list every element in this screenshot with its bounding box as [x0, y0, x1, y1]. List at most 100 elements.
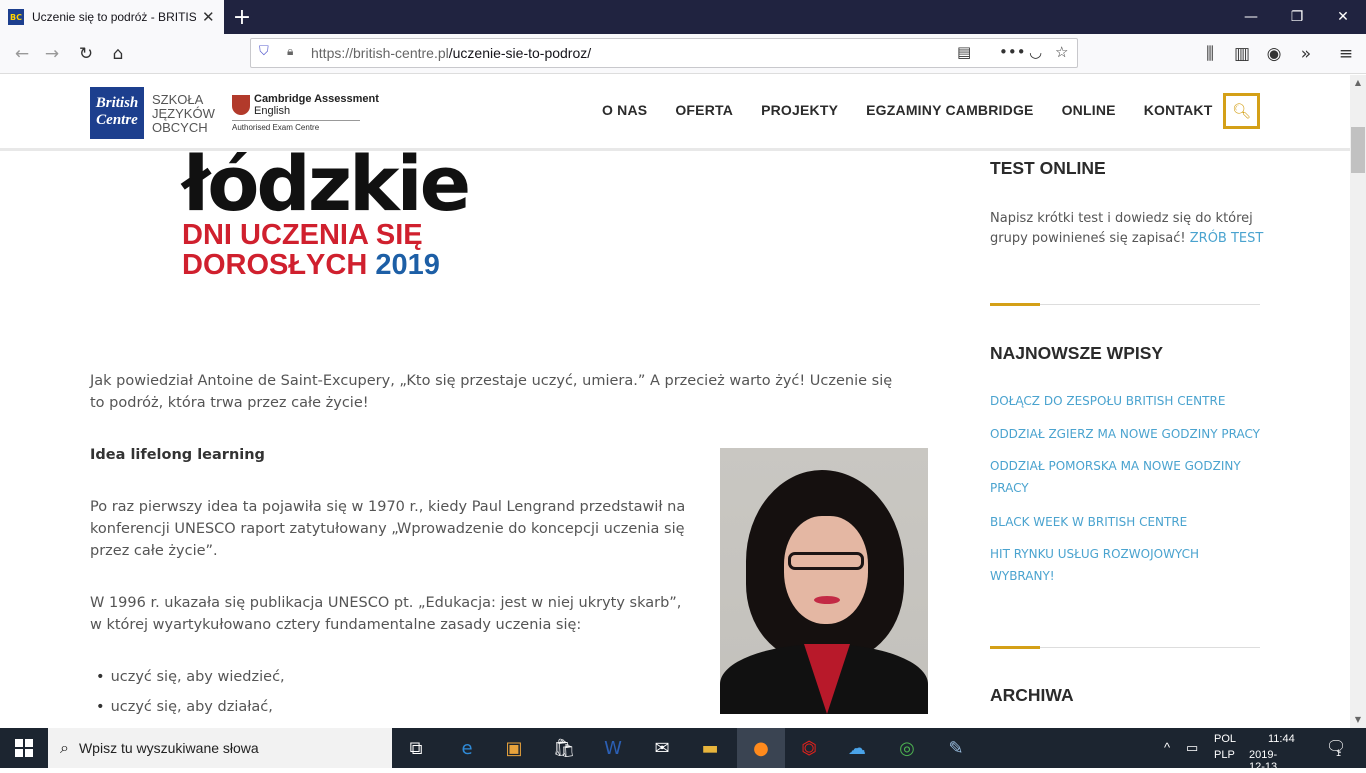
paint-icon[interactable]: ✎ — [932, 728, 980, 768]
latest-post-link[interactable]: ODDZIAŁ POMORSKA MA NOWE GODZINY PRACY — [990, 455, 1260, 499]
favicon-icon: BC — [8, 9, 24, 25]
back-button[interactable]: ← — [8, 40, 36, 68]
account-icon[interactable]: ◉ — [1260, 40, 1288, 68]
article-paragraph: W 1996 r. ukazała się publikacja UNESCO … — [90, 595, 682, 633]
nav-oferta[interactable]: OFERTA — [675, 102, 733, 118]
close-window-button[interactable]: ✕ — [1320, 0, 1366, 34]
mail-icon[interactable]: ✉ — [638, 728, 686, 768]
page-content: łódzkie DNI UCZENIA SIĘ DOROSŁYCH 2019 J… — [0, 152, 1350, 728]
edge-icon[interactable]: e — [443, 728, 491, 768]
scroll-down-icon[interactable]: ▼ — [1350, 712, 1366, 728]
sidebar-divider — [990, 646, 1260, 649]
chrome-icon[interactable]: ◎ — [883, 728, 931, 768]
url-text[interactable]: https://british-centre.pl/uczenie-sie-to… — [311, 45, 591, 61]
home-icon[interactable]: ⌂ — [104, 40, 132, 68]
latest-post-link[interactable]: HIT RYNKU USŁUG ROZWOJOWYCH WYBRANY! — [990, 543, 1260, 587]
url-path: /uczenie-sie-to-podroz/ — [448, 45, 592, 61]
sidebar-latest-title: NAJNOWSZE WPISY — [990, 343, 1164, 363]
site-search-button[interactable]: 🔍︎ — [1223, 93, 1260, 129]
sidebar-divider — [990, 303, 1260, 306]
list-item: uczyć się, aby działać, — [96, 692, 285, 722]
nav-projekty[interactable]: PROJEKTY — [761, 102, 838, 118]
bookmark-star-icon[interactable]: ☆ — [1055, 43, 1068, 61]
word-icon[interactable]: W — [589, 728, 637, 768]
scroll-up-icon[interactable]: ▲ — [1350, 75, 1366, 91]
portrait-photo — [720, 448, 928, 714]
reader-view-icon[interactable]: ▤ — [957, 43, 971, 61]
show-hidden-icons-icon[interactable]: ^ — [1164, 740, 1170, 755]
keyboard-layout[interactable]: PLP — [1214, 749, 1235, 761]
network-icon[interactable]: ▭ — [1186, 740, 1198, 756]
cambridge-line2: English — [254, 105, 291, 117]
site-header: British Centre SZKOŁA JĘZYKÓW OBCYCH Cam… — [0, 75, 1350, 151]
taskbar-search-placeholder[interactable]: Wpisz tu wyszukiwane słowa — [79, 740, 259, 756]
sidebar-test-text: Napisz krótki test i dowiedz się do któr… — [990, 209, 1264, 249]
menu-icon[interactable]: ≡ — [1332, 40, 1360, 68]
nav-kontakt[interactable]: KONTAKT — [1144, 102, 1213, 118]
logo-sub-line: JĘZYKÓW — [152, 106, 215, 121]
media-player-icon[interactable]: ▣ — [490, 728, 538, 768]
latest-post-link[interactable]: ODDZIAŁ ZGIERZ MA NOWE GODZINY PRACY — [990, 423, 1260, 445]
file-explorer-icon[interactable]: ▬ — [686, 728, 734, 768]
take-test-link[interactable]: ZRÓB TEST — [1190, 231, 1264, 246]
firefox-icon[interactable]: ● — [737, 728, 785, 768]
reload-button[interactable]: ↻ — [72, 40, 100, 68]
store-icon[interactable]: 🛍︎ — [540, 728, 588, 768]
cambridge-divider — [232, 120, 360, 121]
taskbar-search[interactable]: ⌕ Wpisz tu wyszukiwane słowa — [48, 728, 392, 768]
acrobat-icon[interactable]: ⏣ — [785, 728, 833, 768]
browser-tab-active[interactable]: BC Uczenie się to podróż - BRITISH CENTR… — [0, 0, 224, 34]
library-icon[interactable]: ⫼ — [1196, 40, 1224, 68]
list-item: uczyć się, aby wiedzieć, — [96, 662, 285, 692]
article-paragraph: Po raz pierwszy idea ta pojawiła się w 1… — [90, 499, 686, 559]
cambridge-shield-icon — [232, 95, 250, 115]
search-icon: ⌕ — [60, 738, 69, 757]
language-indicator[interactable]: POL — [1214, 733, 1236, 745]
page-actions-icon[interactable]: ••• — [999, 43, 1026, 61]
pocket-icon[interactable]: ◡ — [1029, 43, 1042, 61]
sidebar-test-title: TEST ONLINE — [990, 158, 1106, 178]
windows-icon — [15, 739, 33, 757]
logo-subtitle: SZKOŁA JĘZYKÓW OBCYCH — [152, 93, 215, 135]
article-intro: Jak powiedział Antoine de Saint-Excupery… — [90, 373, 893, 411]
lock-icon[interactable]: 🔒︎ — [287, 44, 293, 59]
banner-image: łódzkie DNI UCZENIA SIĘ DOROSŁYCH 2019 — [182, 152, 471, 281]
banner-year: 2019 — [375, 249, 440, 281]
nav-egzaminy-cambridge[interactable]: EGZAMINY CAMBRIDGE — [866, 102, 1033, 118]
taskbar: ⌕ Wpisz tu wyszukiwane słowa ⧉ e ▣ 🛍︎ W … — [0, 728, 1366, 773]
tab-title: Uczenie się to podróż - BRITISH CENTRE — [32, 10, 196, 24]
notification-count: 1 — [1336, 748, 1342, 758]
logo-main-text: British Centre — [95, 95, 139, 128]
latest-post-link[interactable]: BLACK WEEK W BRITISH CENTRE — [990, 511, 1260, 533]
sidebar-icon[interactable]: ▥ — [1228, 40, 1256, 68]
cambridge-line3: Authorised Exam Centre — [232, 123, 320, 132]
latest-post-link[interactable]: DOŁĄCZ DO ZESPOŁU BRITISH CENTRE — [990, 390, 1260, 412]
main-navigation: O NAS OFERTA PROJEKTY EGZAMINY CAMBRIDGE… — [602, 102, 1240, 118]
search-icon: 🔍︎ — [1231, 102, 1252, 120]
minimize-button[interactable]: — — [1228, 0, 1274, 34]
url-host: https://british-centre.pl — [311, 45, 449, 61]
british-centre-logo[interactable]: British Centre — [90, 87, 144, 139]
browser-toolbar: ← → ↻ ⌂ ⛉ 🔒︎ https://british-centre.pl/u… — [0, 34, 1366, 74]
principles-list: uczyć się, aby wiedzieć, uczyć się, aby … — [96, 662, 285, 722]
scroll-thumb[interactable] — [1351, 127, 1365, 173]
new-tab-button[interactable]: + — [230, 3, 254, 31]
article-heading: Idea lifelong learning — [90, 447, 265, 463]
page-scrollbar[interactable]: ▲ ▼ — [1350, 75, 1366, 728]
start-button[interactable] — [0, 728, 48, 768]
nav-online[interactable]: ONLINE — [1062, 102, 1116, 118]
logo-sub-line: OBCYCH — [152, 120, 208, 135]
url-bar[interactable]: ⛉ 🔒︎ https://british-centre.pl/uczenie-s… — [250, 38, 1078, 68]
clock-time[interactable]: 11:44 — [1268, 733, 1295, 745]
banner-line2: DOROSŁYCH — [182, 249, 368, 281]
cambridge-line1: Cambridge Assessment — [254, 93, 379, 105]
restore-button[interactable]: ❐ — [1274, 0, 1320, 34]
nav-o-nas[interactable]: O NAS — [602, 102, 647, 118]
clock-date[interactable]: 2019-12-13 — [1249, 749, 1277, 773]
task-view-icon[interactable]: ⧉ — [392, 728, 440, 768]
forward-button[interactable]: → — [38, 40, 66, 68]
overflow-icon[interactable]: » — [1292, 40, 1320, 68]
cloud-app-icon[interactable]: ☁ — [833, 728, 881, 768]
close-tab-icon[interactable]: ✕ — [202, 8, 215, 26]
shield-icon[interactable]: ⛉ — [259, 44, 269, 59]
